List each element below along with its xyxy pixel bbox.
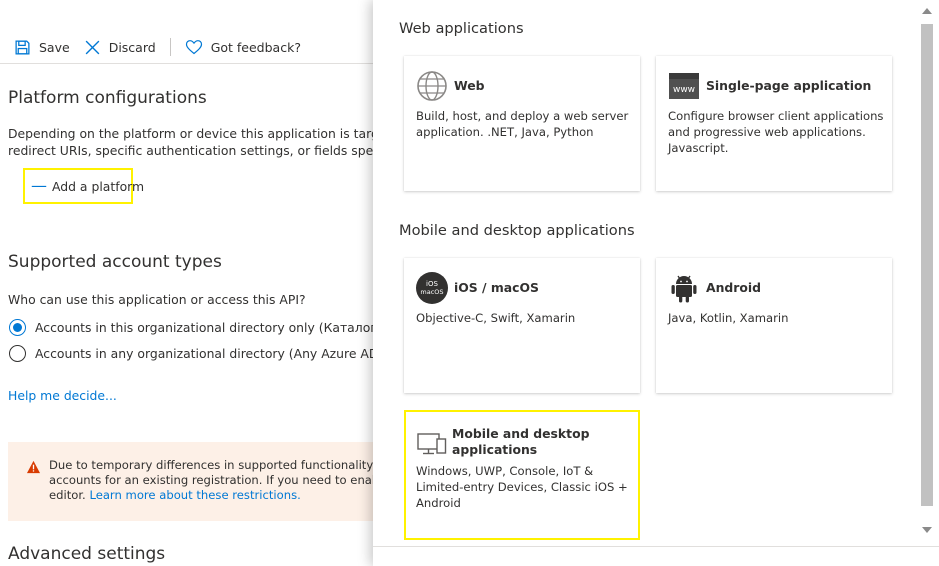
android-card-desc-line-1: Java, Kotlin, Xamarin (668, 311, 789, 325)
radio-button-checked[interactable] (9, 319, 26, 336)
globe-icon (416, 70, 448, 102)
warning-line-3: editor. Learn more about these restricti… (49, 488, 380, 503)
account-option-single-tenant[interactable]: Accounts in this organizational director… (9, 319, 380, 336)
close-icon (85, 40, 100, 54)
mobile-desktop-desc-line-3: Android (416, 496, 461, 510)
supported-account-types-title: Supported account types (8, 252, 222, 272)
ios-card-desc-line-1: Objective-C, Swift, Xamarin (416, 311, 576, 325)
android-icon (668, 272, 700, 304)
warning-message-bar: Due to temporary differences in supporte… (8, 442, 380, 521)
panel-footer (373, 546, 939, 566)
ios-macos-card[interactable]: iOS macOS iOS / macOS Objective-C, Swift… (404, 258, 640, 393)
web-card-description: Build, host, and deploy a web server app… (416, 108, 628, 140)
spa-card-desc-line-1: Configure browser client applications (668, 109, 884, 123)
spa-card-title: Single-page application (706, 78, 872, 93)
configure-platforms-panel: Web applications Web Build, host, and de… (373, 0, 939, 566)
mobile-desktop-card-description: Windows, UWP, Console, IoT & Limited-ent… (416, 463, 628, 511)
web-card-desc-line-2: application. .NET, Java, Python (416, 125, 594, 139)
ios-macos-icon: iOS macOS (416, 272, 448, 304)
scrollbar-thumb[interactable] (921, 24, 933, 506)
warning-line-3-prefix: editor. (49, 488, 86, 502)
command-bar: Save Discard Got feedback? (0, 34, 380, 60)
platform-description-line-1: Depending on the platform or device this… (8, 126, 379, 141)
discard-label: Discard (108, 39, 156, 55)
mobile-desktop-card-title: Mobile and desktop applications (452, 426, 589, 458)
ios-card-description: Objective-C, Swift, Xamarin (416, 310, 575, 326)
platform-configurations-title: Platform configurations (8, 88, 207, 108)
web-applications-heading: Web applications (399, 20, 524, 37)
mobile-desktop-applications-card[interactable]: Mobile and desktop applications Windows,… (404, 410, 640, 540)
mobile-desktop-applications-heading: Mobile and desktop applications (399, 222, 635, 239)
learn-more-restrictions-link[interactable]: Learn more about these restrictions. (89, 488, 300, 502)
help-me-decide-link[interactable]: Help me decide... (8, 387, 117, 404)
www-label: www (673, 85, 695, 95)
ios-card-title: iOS / macOS (454, 280, 539, 295)
desktop-devices-icon (416, 428, 448, 460)
spa-card-description: Configure browser client applications an… (668, 108, 883, 156)
advanced-settings-title: Advanced settings (8, 544, 166, 564)
add-platform-button[interactable]: — Add a platform (23, 168, 144, 204)
spa-card-desc-line-2: and progressive web applications. (668, 125, 866, 139)
web-card-desc-line-1: Build, host, and deploy a web server (416, 109, 629, 123)
account-option-label: Accounts in this organizational director… (35, 320, 380, 335)
feedback-button[interactable]: Got feedback? (185, 34, 301, 60)
save-icon (15, 39, 30, 55)
warning-icon (26, 460, 41, 474)
web-platform-card[interactable]: Web Build, host, and deploy a web server… (404, 56, 640, 191)
radio-button[interactable] (9, 345, 26, 362)
mobile-desktop-card-title-line-2: applications (452, 442, 538, 457)
mobile-desktop-desc-line-2: Limited-entry Devices, Classic iOS + (416, 480, 628, 494)
app-registration-page: Save Discard Got feedback? Platform conf… (0, 0, 380, 566)
browser-window-icon: www (668, 70, 700, 102)
vertical-scrollbar[interactable] (916, 0, 939, 546)
warning-line-2: accounts for an existing registration. I… (49, 473, 380, 487)
spa-card-desc-line-3: Javascript. (668, 141, 729, 155)
macos-icon-text: macOS (420, 288, 443, 296)
android-card[interactable]: Android Java, Kotlin, Xamarin (656, 258, 892, 393)
ios-icon-text: iOS (426, 280, 438, 288)
save-label: Save (39, 39, 70, 55)
discard-button[interactable]: Discard (84, 34, 156, 60)
account-question: Who can use this application or access t… (8, 292, 306, 307)
android-card-title: Android (706, 280, 762, 295)
mobile-desktop-card-title-line-1: Mobile and desktop (452, 426, 590, 441)
warning-text: Due to temporary differences in supporte… (49, 458, 380, 503)
toolbar-divider (169, 38, 171, 56)
plus-icon: — (31, 176, 47, 195)
scroll-down-arrow-icon[interactable] (922, 527, 932, 533)
heart-icon (185, 40, 202, 55)
platform-description-line-2: redirect URIs, specific authentication s… (8, 143, 380, 158)
account-option-label: Accounts in any organizational directory… (35, 346, 380, 361)
web-card-title: Web (454, 78, 485, 93)
warning-line-1: Due to temporary differences in supporte… (49, 458, 380, 472)
scroll-up-arrow-icon[interactable] (922, 8, 932, 14)
toolbar-divider-line (0, 63, 380, 64)
add-platform-label: Add a platform (52, 178, 145, 194)
feedback-label: Got feedback? (210, 39, 301, 55)
android-card-description: Java, Kotlin, Xamarin (668, 310, 788, 326)
save-button[interactable]: Save (14, 34, 70, 60)
mobile-desktop-desc-line-1: Windows, UWP, Console, IoT & (416, 464, 594, 478)
account-option-multi-tenant[interactable]: Accounts in any organizational directory… (9, 345, 380, 362)
single-page-application-card[interactable]: www Single-page application Configure br… (656, 56, 892, 191)
